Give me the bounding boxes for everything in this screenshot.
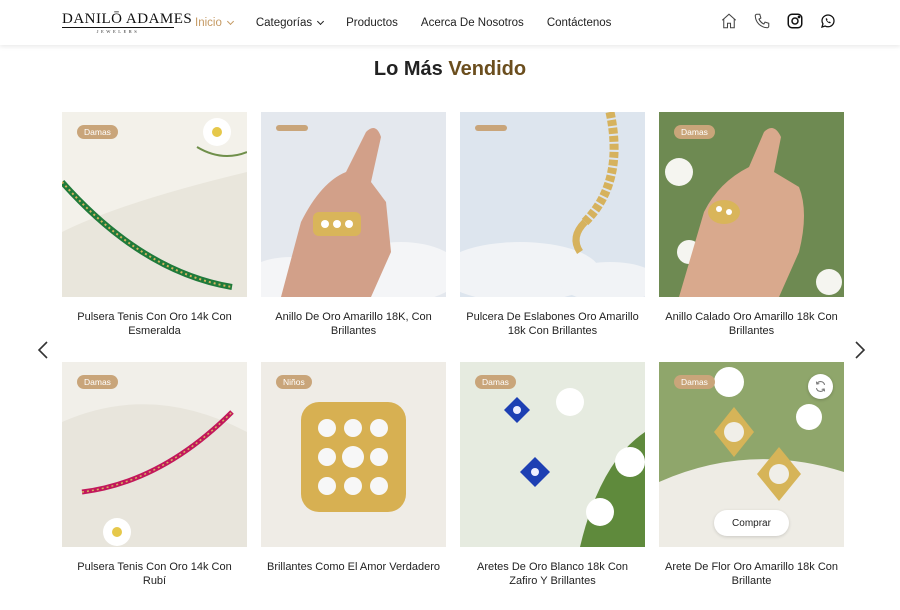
nav-label: Productos: [346, 16, 398, 29]
category-badge: Damas: [77, 375, 118, 389]
nav-item-productos[interactable]: Productos: [346, 17, 398, 29]
nav-label: Acerca De Nosotros: [420, 16, 524, 29]
product-card[interactable]: Damas Anillo Calado Oro Amarillo 18k Con…: [659, 112, 844, 338]
site-header: DANILŌ ADAMES JEWELERS Inicio Categorías…: [0, 0, 900, 45]
product-card[interactable]: Anillo De Oro Amarillo 18K, Con Brillant…: [261, 112, 446, 338]
chevron-down-icon: [317, 17, 325, 25]
badge-placeholder: [276, 125, 308, 131]
chevron-down-icon: [226, 17, 234, 25]
product-card[interactable]: Damas Aretes De Oro Blanco 18k Con Zafir…: [460, 362, 645, 588]
product-title[interactable]: Aretes De Oro Blanco 18k Con Zafiro Y Br…: [460, 560, 645, 588]
category-badge: Damas: [674, 125, 715, 139]
carousel-prev-button[interactable]: [33, 339, 55, 361]
category-badge: Damas: [77, 125, 118, 139]
product-title[interactable]: Brillantes Como El Amor Verdadero: [261, 560, 446, 574]
product-image[interactable]: Damas: [62, 362, 247, 547]
nav-item-categorias[interactable]: Categorías: [255, 16, 325, 29]
chevron-left-icon: [37, 341, 48, 359]
chevron-right-icon: [855, 341, 866, 359]
whatsapp-icon[interactable]: [819, 12, 837, 30]
product-image[interactable]: Damas: [62, 112, 247, 297]
product-image[interactable]: [460, 112, 645, 297]
nav-label: Contáctenos: [546, 16, 612, 29]
buy-button[interactable]: Comprar: [714, 510, 789, 536]
product-image[interactable]: [261, 112, 446, 297]
product-title[interactable]: Anillo Calado Oro Amarillo 18k Con Brill…: [659, 310, 844, 338]
refresh-icon[interactable]: [808, 374, 833, 399]
product-title[interactable]: Pulsera Tenis Con Oro 14k Con Rubí: [62, 560, 247, 588]
category-badge: Niños: [276, 375, 312, 389]
section-title-part2: Vendido: [448, 58, 527, 80]
section-title: Lo Más Vendido: [0, 58, 900, 81]
product-title[interactable]: Anillo De Oro Amarillo 18K, Con Brillant…: [261, 310, 446, 338]
product-title[interactable]: Pulsera Tenis Con Oro 14k Con Esmeralda: [62, 310, 247, 338]
product-title[interactable]: Pulcera De Eslabones Oro Amarillo 18k Co…: [460, 310, 645, 338]
home-icon[interactable]: [720, 12, 738, 30]
phone-icon[interactable]: [753, 12, 771, 30]
category-badge: Damas: [475, 375, 516, 389]
section-title-part1: Lo Más: [373, 58, 443, 80]
nav-item-contactenos[interactable]: Contáctenos: [547, 17, 612, 29]
brand-logo[interactable]: DANILŌ ADAMES JEWELERS: [62, 11, 193, 34]
product-title[interactable]: Arete De Flor Oro Amarillo 18k Con Brill…: [659, 560, 844, 588]
brand-name: DANILŌ ADAMES: [62, 11, 193, 28]
category-badge: Damas: [674, 375, 715, 389]
product-image[interactable]: Niños: [261, 362, 446, 547]
brand-subtitle: JEWELERS: [96, 29, 140, 34]
main-nav: Inicio Categorías Productos Acerca De No…: [195, 0, 634, 45]
product-card[interactable]: Damas Comprar Arete De Flor Oro Amarillo…: [659, 362, 844, 588]
product-card[interactable]: Pulcera De Eslabones Oro Amarillo 18k Co…: [460, 112, 645, 338]
nav-item-acerca[interactable]: Acerca De Nosotros: [421, 17, 524, 29]
nav-label: Inicio: [195, 16, 222, 29]
product-card[interactable]: Damas Pulsera Tenis Con Oro 14k Con Esme…: [62, 112, 247, 338]
product-image[interactable]: Damas: [659, 112, 844, 297]
product-card[interactable]: Niños Brillantes Como El Amor Verdadero: [261, 362, 446, 574]
carousel-next-button[interactable]: [848, 339, 870, 361]
instagram-icon[interactable]: [786, 12, 804, 30]
header-icons: [705, 12, 837, 30]
product-image[interactable]: Damas: [460, 362, 645, 547]
product-card[interactable]: Damas Pulsera Tenis Con Oro 14k Con Rubí: [62, 362, 247, 588]
nav-item-inicio[interactable]: Inicio: [195, 16, 234, 29]
badge-placeholder: [475, 125, 507, 131]
product-image[interactable]: Damas Comprar: [659, 362, 844, 547]
nav-label: Categorías: [255, 16, 313, 29]
